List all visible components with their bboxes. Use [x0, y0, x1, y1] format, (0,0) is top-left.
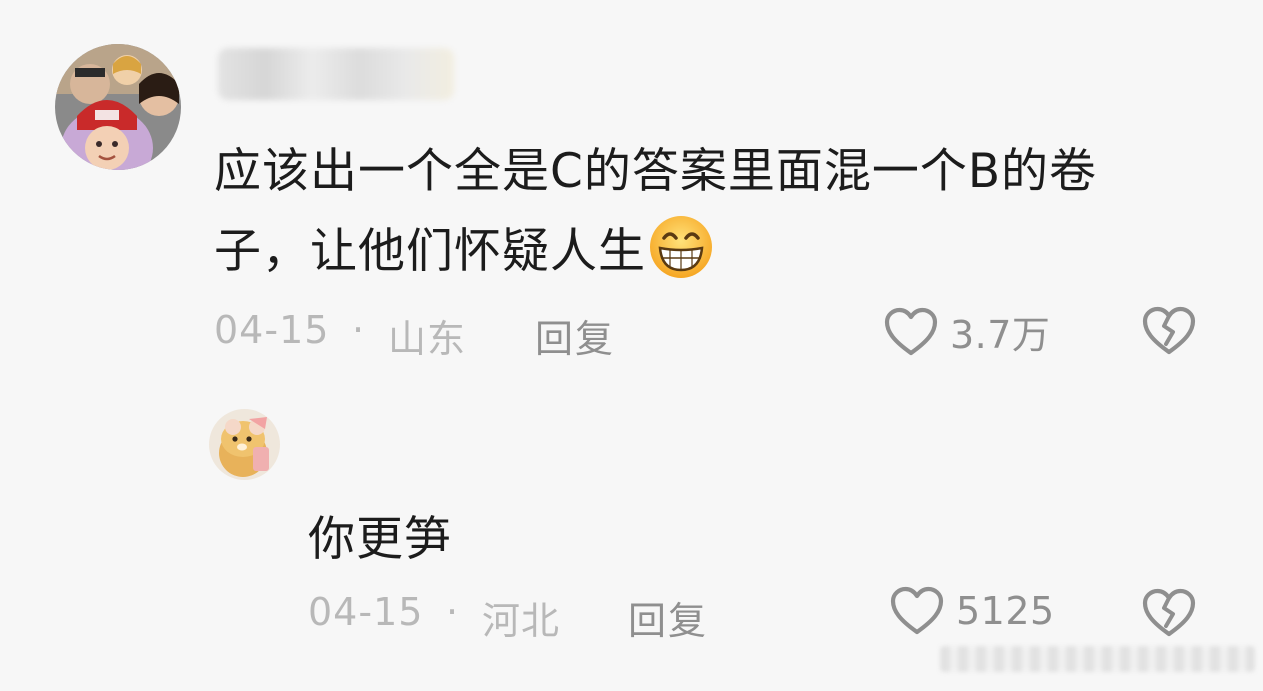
dislike-button[interactable]	[1142, 588, 1196, 642]
comment-text-line2: 子，让他们怀疑人生	[214, 224, 646, 279]
reply-button[interactable]: 回复	[535, 308, 615, 363]
broken-heart-icon	[1142, 588, 1196, 637]
reply-button[interactable]: 回复	[628, 590, 708, 645]
like-button[interactable]: 3.7万	[884, 304, 1050, 359]
like-count: 5125	[956, 589, 1055, 633]
comment-date: 04-15	[308, 590, 424, 634]
family-photo-avatar-icon	[55, 44, 181, 170]
username-blurred[interactable]	[218, 48, 454, 100]
avatar[interactable]	[55, 44, 181, 170]
heart-outline-icon	[884, 307, 938, 355]
meta-separator: ·	[352, 308, 365, 352]
comment-text-line: 应该出一个全是C的答案里面混一个B的卷	[214, 144, 1098, 199]
broken-heart-icon	[1142, 306, 1196, 355]
avatar[interactable]	[209, 409, 280, 480]
like-count: 3.7万	[950, 313, 1051, 357]
comment-text-line: 子，让他们怀疑人生	[214, 212, 714, 281]
watermark-blurred	[940, 646, 1255, 672]
cartoon-avatar-icon	[209, 409, 280, 480]
like-button[interactable]: 5125	[890, 586, 1055, 636]
dislike-button[interactable]	[1142, 306, 1196, 360]
comment-date: 04-15	[214, 308, 330, 352]
comment-location: 山东	[388, 317, 467, 361]
meta-separator: ·	[446, 590, 459, 634]
heart-outline-icon	[890, 586, 944, 635]
comment-location: 河北	[482, 599, 561, 643]
reply-text: 你更笋	[308, 512, 452, 567]
grinning-face-emoji-icon	[650, 215, 712, 278]
